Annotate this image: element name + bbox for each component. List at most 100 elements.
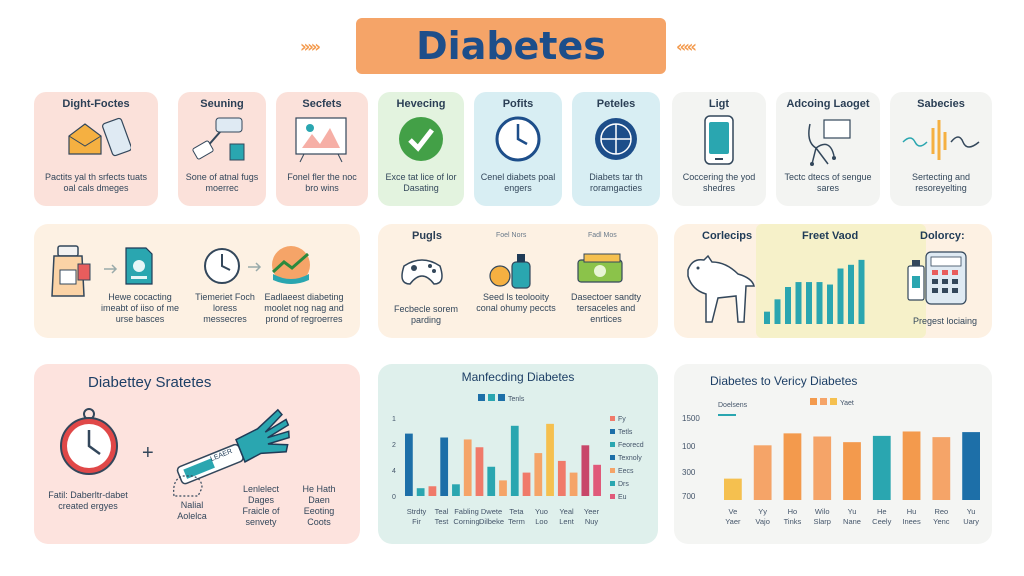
middle-center-text-1: Fecbecle sorem parding: [393, 304, 459, 325]
y-tick-label: 100: [682, 442, 696, 451]
x-tick-label: Nane: [843, 517, 861, 526]
top-card-text: Cenel diabets poal engers: [480, 172, 556, 193]
x-tick-label: Test: [435, 517, 450, 526]
stand-icon: [776, 114, 880, 168]
x-tick-label: Corning: [453, 517, 479, 526]
bottom-right-bar-chart: 1500 100 300 700 VeYaer YyVajo HoTinks WiloSlar…: [682, 414, 980, 526]
bar: [463, 439, 472, 496]
bar: [764, 311, 770, 324]
bar: [581, 445, 590, 496]
bar: [557, 460, 566, 496]
y-tick-label: 4: [392, 468, 396, 475]
x-tick-label: Ho: [788, 507, 798, 516]
x-tick-label: Yu: [967, 507, 976, 516]
bar: [416, 488, 425, 496]
legend-label: Eu: [618, 494, 627, 501]
x-tick-label: Teal: [435, 507, 449, 516]
y-tick-label: 2: [392, 442, 396, 449]
middle-right-panel: Corlecips Freet Vaod Dolorcy: Pregest lo…: [674, 224, 992, 338]
bar: [569, 472, 578, 496]
left-chevrons-icon: ›››››: [300, 37, 321, 56]
middle-right-label-2: Freet Vaod: [802, 230, 859, 242]
top-card-text: Pactits yal th srfects tuats oal cals dm…: [44, 172, 148, 193]
bar: [872, 435, 891, 500]
bar: [932, 437, 951, 500]
middle-left-panel: Hewe cocacting imeabt of iiso of me urse…: [34, 224, 360, 338]
y-tick-label: 300: [682, 468, 696, 477]
bottom-right-panel: Diabetes to Vericy Diabetes Doelsens Yae…: [674, 364, 992, 544]
middle-center-text-2: Seed ls teolooity conal ohumy peccts: [476, 292, 556, 313]
whiteboard-icon: [276, 114, 368, 164]
top-card: Secfets Fonel fler the noc bro wins: [276, 92, 368, 206]
clock-icon: [204, 248, 240, 284]
top-card: Ligt Coccering the yod shedres: [672, 92, 766, 206]
top-card: Peteles Diabets tar th roramgacties: [572, 92, 660, 206]
bar: [813, 436, 832, 500]
bar: [774, 299, 781, 324]
bar: [499, 480, 507, 496]
caption-stopwatch: Fatil: Daberltr-dabet created ergyes: [48, 490, 128, 511]
phone-icon: [672, 114, 766, 168]
bar: [475, 447, 484, 496]
bar: [843, 442, 861, 500]
bar: [452, 484, 460, 496]
x-tick-label: Yu: [848, 507, 857, 516]
top-card-title: Ligt: [708, 98, 730, 110]
calculator-icon: [907, 251, 967, 305]
top-card: Dight-Foctes Pactits yal th srfects tuats…: [34, 92, 158, 206]
x-tick-label: Wilo: [815, 507, 830, 516]
bar: [962, 432, 980, 500]
caption-middle: Lenlelect Dages Fraicle of senvety: [242, 484, 280, 527]
x-tick-label: Teta: [509, 507, 524, 516]
x-tick-label: Yuo: [535, 507, 548, 516]
legend-swatch: [610, 442, 615, 447]
syringe-icon: [178, 114, 266, 164]
bar: [510, 425, 519, 496]
legend-label: Fy: [618, 416, 626, 423]
top-card-title: Hevecing: [396, 98, 446, 110]
middle-left-text-2: Tiemeriet Foch loress messecres: [195, 292, 255, 324]
legend-swatch: [610, 494, 615, 499]
bar: [795, 282, 802, 324]
dog-icon: [687, 254, 755, 323]
x-tick-label: Nuy: [585, 517, 599, 526]
bar: [848, 264, 854, 324]
legend-label: Tetls: [618, 429, 633, 436]
clock-icon: [474, 114, 562, 164]
top-card-text: Coccering the yod shedres: [682, 172, 756, 193]
bar: [428, 486, 437, 496]
x-tick-label: Lent: [559, 517, 575, 526]
top-card: Seuning Sone of atnal fugs moerrec: [178, 92, 266, 206]
title-banner: Diabetes: [356, 18, 666, 74]
legend-swatch: [610, 416, 615, 421]
x-tick-label: Yeal: [559, 507, 574, 516]
middle-center-sub1: Foel Nors: [496, 232, 527, 239]
bar: [837, 268, 844, 324]
globe-icon: [572, 114, 660, 164]
x-tick-label: Ve: [729, 507, 738, 516]
legend-label: Eecs: [618, 468, 634, 475]
hand-icon: [173, 475, 203, 497]
top-card: Pofits Cenel diabets poal engers: [474, 92, 562, 206]
top-card-title: Secfets: [302, 98, 342, 110]
top-card-title: Dight-Foctes: [62, 98, 130, 110]
top-card-title: Seuning: [200, 98, 244, 110]
legend-swatch: [610, 468, 615, 473]
middle-center-sub2: Fadl Mos: [588, 232, 617, 239]
arrow-icon: [248, 262, 262, 272]
growth-chart-icon: [271, 246, 310, 284]
bar: [827, 284, 833, 324]
middle-left-text-1: Hewe cocacting imeabt of iiso of me urse…: [100, 292, 180, 324]
legend-label: Drs: [618, 481, 629, 488]
money-icon: [577, 253, 623, 283]
bottom-center-bar-chart: 1 2 4 0 StrdtyFir TealTest FablingCorningDwete…: [392, 416, 644, 526]
x-tick-label: Inees: [902, 517, 921, 526]
top-card-text: Sertecting and resoreyelting: [911, 172, 971, 193]
y-tick-label: 700: [682, 492, 696, 501]
top-card-title: Peteles: [596, 98, 636, 110]
x-tick-label: Yy: [758, 507, 767, 516]
top-card-text: Exce tat lice of lor Dasating: [385, 172, 457, 193]
y-tick-label: 1500: [682, 414, 700, 423]
bar: [902, 431, 921, 500]
bottom-left-panel: Diabettey Sratetes + LEAER Fatil: Daberl…: [34, 364, 360, 544]
